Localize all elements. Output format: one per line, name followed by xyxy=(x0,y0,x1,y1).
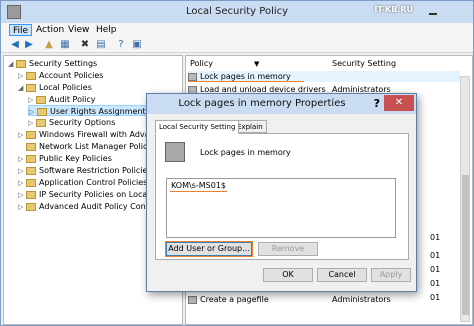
partial-setting: 01 xyxy=(430,251,441,260)
scrollbar-thumb[interactable] xyxy=(462,175,469,315)
list-row-create-pagefile[interactable]: Create a pagefile xyxy=(188,294,269,305)
watermark: IT-KB.RU xyxy=(374,5,413,14)
properties-dialog: Lock pages in memory Properties ? ✕ Loca… xyxy=(146,93,417,292)
expand-arrow-icon[interactable]: ▷ xyxy=(18,130,26,141)
folder-icon xyxy=(26,178,36,187)
tree-item-local-policies[interactable]: ◢ Local Policies xyxy=(18,82,92,93)
security-settings-icon xyxy=(16,59,26,68)
up-icon[interactable]: ▲ xyxy=(43,39,55,51)
server-policy-icon xyxy=(165,142,185,162)
tree-item-public-key-policies[interactable]: ▷ Public Key Policies xyxy=(18,153,112,164)
partial-setting: 01 xyxy=(430,233,441,242)
dialog-title: Lock pages in memory Properties xyxy=(178,98,346,109)
back-icon[interactable]: ◀ xyxy=(9,39,21,51)
remove-button[interactable]: Remove xyxy=(258,242,318,256)
folder-icon xyxy=(36,118,46,127)
tree-item-user-rights-assignment[interactable]: ▷ User Rights Assignment xyxy=(28,105,147,116)
list-row-create-pagefile-setting: Administrators xyxy=(332,295,391,304)
folder-icon xyxy=(26,202,36,211)
collapse-arrow-icon[interactable]: ◢ xyxy=(18,83,26,94)
policy-name: Lock pages in memory xyxy=(200,148,291,157)
toolbar: ◀ ▶ ▲ ▦ ✖ ▤ ? ▣ xyxy=(1,37,473,53)
tree-item-audit-policy[interactable]: ▷ Audit Policy xyxy=(28,94,96,105)
help-icon[interactable]: ? xyxy=(115,39,127,51)
folder-icon xyxy=(37,107,47,116)
sort-arrow-icon: ▼ xyxy=(254,60,260,68)
tree-item-network-list-manager[interactable]: Network List Manager Policies xyxy=(18,141,159,152)
console-icon[interactable]: ▣ xyxy=(131,39,143,51)
add-user-or-group-button[interactable]: Add User or Group... xyxy=(166,242,252,256)
ok-button[interactable]: OK xyxy=(263,268,313,282)
partial-setting: 01 xyxy=(430,279,441,288)
policy-icon xyxy=(188,295,197,304)
expand-arrow-icon[interactable]: ▷ xyxy=(18,190,26,201)
help-icon[interactable]: ? xyxy=(374,97,380,110)
forward-icon[interactable]: ▶ xyxy=(23,39,35,51)
delete-icon[interactable]: ✖ xyxy=(79,39,91,51)
folder-icon xyxy=(26,154,36,163)
tree-item-software-restriction[interactable]: ▷ Software Restriction Policies xyxy=(18,165,152,176)
menu-file[interactable]: File xyxy=(9,24,33,36)
folder-icon xyxy=(26,83,36,92)
firewall-icon xyxy=(26,130,36,139)
menu-bar: File Action View Help xyxy=(1,23,473,37)
apply-button[interactable]: Apply xyxy=(371,268,411,282)
highlight-underline xyxy=(188,81,304,82)
menu-help[interactable]: Help xyxy=(93,24,120,36)
network-icon xyxy=(26,142,36,151)
expand-arrow-icon[interactable]: ▷ xyxy=(28,118,36,129)
folder-icon xyxy=(26,71,36,80)
expand-arrow-icon[interactable]: ▷ xyxy=(18,178,26,189)
policy-icon xyxy=(188,72,197,81)
column-header-security-setting[interactable]: Security Setting xyxy=(332,58,396,70)
tree-item-security-options[interactable]: ▷ Security Options xyxy=(28,117,115,128)
menu-action[interactable]: Action xyxy=(33,24,67,36)
partial-setting: 01 xyxy=(430,265,441,274)
tab-panel: Lock pages in memory KOM\s-MS01$ Add Use… xyxy=(155,133,409,260)
vertical-scrollbar[interactable] xyxy=(460,76,470,322)
show-tree-icon[interactable]: ▦ xyxy=(59,39,71,51)
expand-arrow-icon[interactable]: ▷ xyxy=(18,166,26,177)
properties-icon[interactable]: ▤ xyxy=(95,39,107,51)
partial-setting: 01 xyxy=(430,293,441,302)
expand-arrow-icon[interactable]: ▷ xyxy=(18,154,26,165)
cancel-button[interactable]: Cancel xyxy=(317,268,367,282)
column-header-policy[interactable]: Policy xyxy=(190,58,213,70)
tree-item-application-control[interactable]: ▷ Application Control Policies xyxy=(18,177,147,188)
menu-view[interactable]: View xyxy=(65,24,92,36)
account-item[interactable]: KOM\s-MS01$ xyxy=(170,181,228,192)
minimize-button[interactable] xyxy=(425,4,441,18)
folder-icon xyxy=(36,95,46,104)
expand-arrow-icon[interactable]: ▷ xyxy=(18,71,26,82)
ip-security-icon xyxy=(26,190,36,199)
expand-arrow-icon[interactable]: ▷ xyxy=(18,202,26,213)
collapse-arrow-icon[interactable]: ◢ xyxy=(8,59,16,70)
tab-local-security-setting[interactable]: Local Security Setting xyxy=(155,120,240,134)
close-button[interactable]: ✕ xyxy=(384,95,414,111)
folder-icon xyxy=(26,166,36,175)
dialog-title-bar: Lock pages in memory Properties ? ✕ xyxy=(147,94,416,114)
title-bar: Local Security Policy IT-KB.RU xyxy=(1,1,473,23)
tree-item-account-policies[interactable]: ▷ Account Policies xyxy=(18,70,103,81)
accounts-list[interactable]: KOM\s-MS01$ xyxy=(166,178,396,238)
tree-item-security-settings[interactable]: ◢ Security Settings xyxy=(8,58,97,69)
